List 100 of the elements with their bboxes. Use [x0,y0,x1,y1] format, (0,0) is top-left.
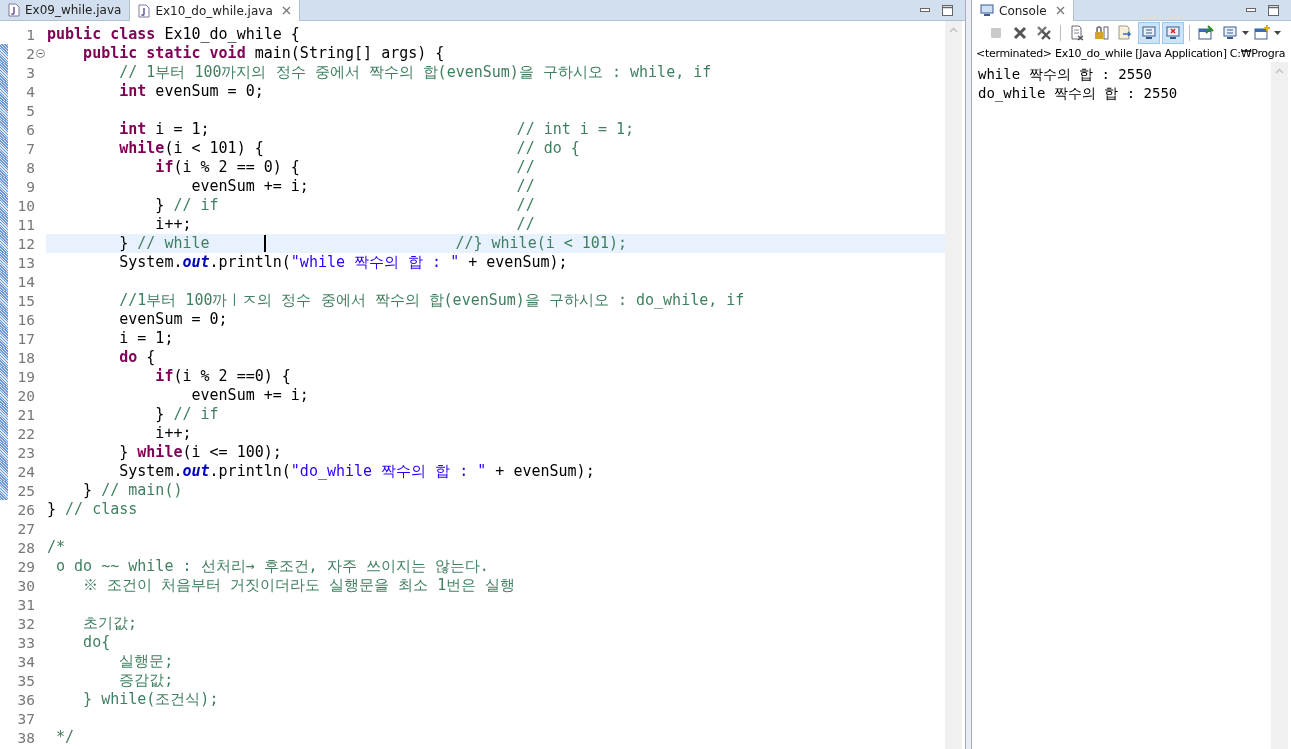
line-number: 4 [25,83,35,100]
code-comment: // [516,215,535,234]
scrollbar[interactable] [945,21,962,749]
collapse-icon[interactable] [36,49,45,58]
line-number: 22 [16,425,35,442]
code-comment: //1부터 100까ㅣㅈ의 정수 중에서 짝수의 합(evenSum)을 구하시오 : do_while, if [118,291,745,310]
code-comment: 증감값; [118,671,174,690]
line-number: 33 [16,634,35,651]
line-number: 26 [16,501,35,518]
keyword: public class [47,25,156,44]
code-comment: do{ [82,633,111,652]
maximize-icon[interactable] [1268,4,1279,16]
code-comment: /* [47,538,66,557]
show-stdout-button[interactable] [1138,22,1160,44]
line-number: 12 [16,235,35,252]
line-number: 31 [16,596,35,613]
close-icon [1012,25,1028,41]
string-literal: "while 짝수의 합 : " [290,253,460,272]
minimize-icon[interactable] [920,7,930,13]
double-x-icon [1036,25,1052,41]
maximize-icon[interactable] [942,4,953,16]
line-number: 34 [16,653,35,670]
close-icon[interactable] [281,6,291,15]
line-number: 24 [16,463,35,480]
line-number: 14 [16,273,35,290]
code-text: (i % 2 ==0) { [173,367,291,386]
close-icon[interactable] [1055,6,1065,15]
code-comment: */ [55,728,75,747]
document-arrow-icon [1117,25,1133,41]
code-comment: // 1부터 100까지의 정수 중에서 짝수의 합(evenSum)을 구하시오 : while, if [118,63,712,82]
lock-icon [1093,25,1109,41]
editor-tab[interactable]: Ex10_do_while.java [130,0,300,21]
line-number: 21 [16,406,35,423]
document-eraser-icon [1069,25,1085,41]
code-comment: 실행문; [118,652,174,671]
monitor-x-icon [1165,25,1181,41]
code-comment: // if [173,405,219,424]
code-text: (i < 101) { [164,139,265,158]
line-number: 36 [16,691,35,708]
code-text: (i % 2 == 0) { [173,158,301,177]
monitor-icon [1141,25,1157,41]
window-pin-icon [1198,25,1214,41]
window-plus-icon [1254,25,1270,41]
code-text: } [118,443,130,462]
code-text: evenSum += i; [190,177,310,196]
code-text: } [47,500,58,519]
line-number: 16 [16,311,35,328]
code-text: evenSum += i; [190,386,309,405]
code-text: i = 1; [118,329,174,348]
text-cursor [263,235,266,252]
code-text: } [118,234,130,253]
code-comment: // while [137,234,211,253]
stop-icon [988,25,1004,41]
code-text: } [154,405,166,424]
line-number: 8 [25,159,35,176]
keyword: while [137,443,183,462]
field-name: out [182,462,210,481]
line-number: 25 [16,482,35,499]
line-number: 23 [16,444,35,461]
line-number: 11 [16,216,35,233]
keyword: if [154,367,174,386]
code-comment: ※ 조건이 처음부터 거짓이더라도 실행문을 최소 1번은 실행 [82,576,516,595]
dropdown-caret-icon[interactable] [1274,31,1281,35]
code-comment: // do { [516,139,580,158]
minimize-icon[interactable] [1246,7,1256,13]
line-number: 20 [16,387,35,404]
code-text: evenSum = 0; [154,82,264,101]
java-file-icon [8,3,20,17]
keyword: int [118,82,147,101]
code-text: .println( [209,253,291,272]
line-number: 19 [16,368,35,385]
console-tab[interactable]: Console [972,0,1074,21]
line-number: 28 [16,539,35,556]
show-stderr-button[interactable] [1162,22,1184,44]
line-number: 3 [25,64,35,81]
code-text: i++; [154,424,192,443]
code-text: + evenSum); [467,253,568,272]
keyword: while [118,139,165,158]
code-text: } [154,196,166,215]
keyword: if [154,158,174,177]
code-comment: // int i = 1; [516,120,634,139]
code-comment: } while(조건식); [82,690,219,709]
line-number: 6 [25,121,35,138]
code-comment: 초기값; [82,614,138,633]
keyword: int [118,120,147,139]
code-text: .println( [209,462,291,481]
dropdown-caret-icon[interactable] [1242,31,1249,35]
keyword: public static void [82,44,246,63]
monitor-icon [980,4,994,17]
code-text: { [145,348,156,367]
line-number: 32 [16,615,35,632]
code-text: (i <= 100); [182,443,282,462]
launch-status: <terminated> Ex10_do_while [Java Application] C:₩Progra [975,46,1287,62]
line-number: 27 [16,520,35,537]
string-literal: "do_while 짝수의 합 : " [290,462,487,481]
code-comment: // main() [101,481,183,500]
line-number: 29 [16,558,35,575]
code-comment: o do ~~ while : 선처리→ 후조건, 자주 쓰이지는 않는다. [55,557,489,576]
scrollbar[interactable] [1271,62,1288,749]
java-file-icon [138,3,151,18]
